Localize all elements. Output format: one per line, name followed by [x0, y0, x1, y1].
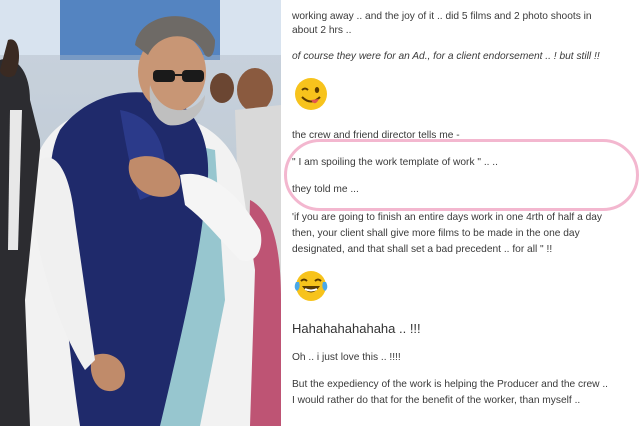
they-told-line: they told me ...: [292, 184, 359, 195]
post-paragraph-5: Oh .. i just love this .. !!!!: [292, 352, 401, 363]
laugh-line: Hahahahahahaha .. !!!: [292, 321, 421, 336]
post-paragraph-4-line-2: then, your client shall give more films …: [292, 228, 580, 239]
glasses-right-lens: [182, 70, 204, 82]
post-paragraph-1-line-2: about 2 hrs ..: [292, 25, 352, 36]
post-body: working away .. and the joy of it .. did…: [281, 0, 639, 426]
post-paragraph-2: of course they were for an Ad., for a cl…: [292, 51, 600, 62]
photo-illustration: [0, 0, 281, 426]
highlight-oval: [284, 139, 639, 211]
post-paragraph-6-line-2: I would rather do that for the benefit o…: [292, 395, 581, 406]
background-person-head: [210, 73, 234, 103]
post-paragraph-1-line-1: working away .. and the joy of it .. did…: [292, 11, 592, 22]
right-person-head: [237, 68, 273, 112]
quote-line: " I am spoiling the work template of wor…: [292, 157, 498, 168]
post-paragraph-4-line-1: 'if you are going to finish an entire da…: [292, 212, 603, 223]
post-paragraph-6-line-1: But the expediency of the work is helpin…: [292, 379, 608, 390]
post-paragraph-4-line-3: designated, and that shall set a bad pre…: [292, 244, 553, 255]
photo-panel: [0, 0, 281, 426]
tears-of-joy-emoji-icon: [294, 271, 328, 301]
glasses-bridge: [175, 74, 182, 76]
glasses-left-lens: [153, 70, 175, 82]
winking-tongue-emoji-icon: [295, 78, 327, 110]
